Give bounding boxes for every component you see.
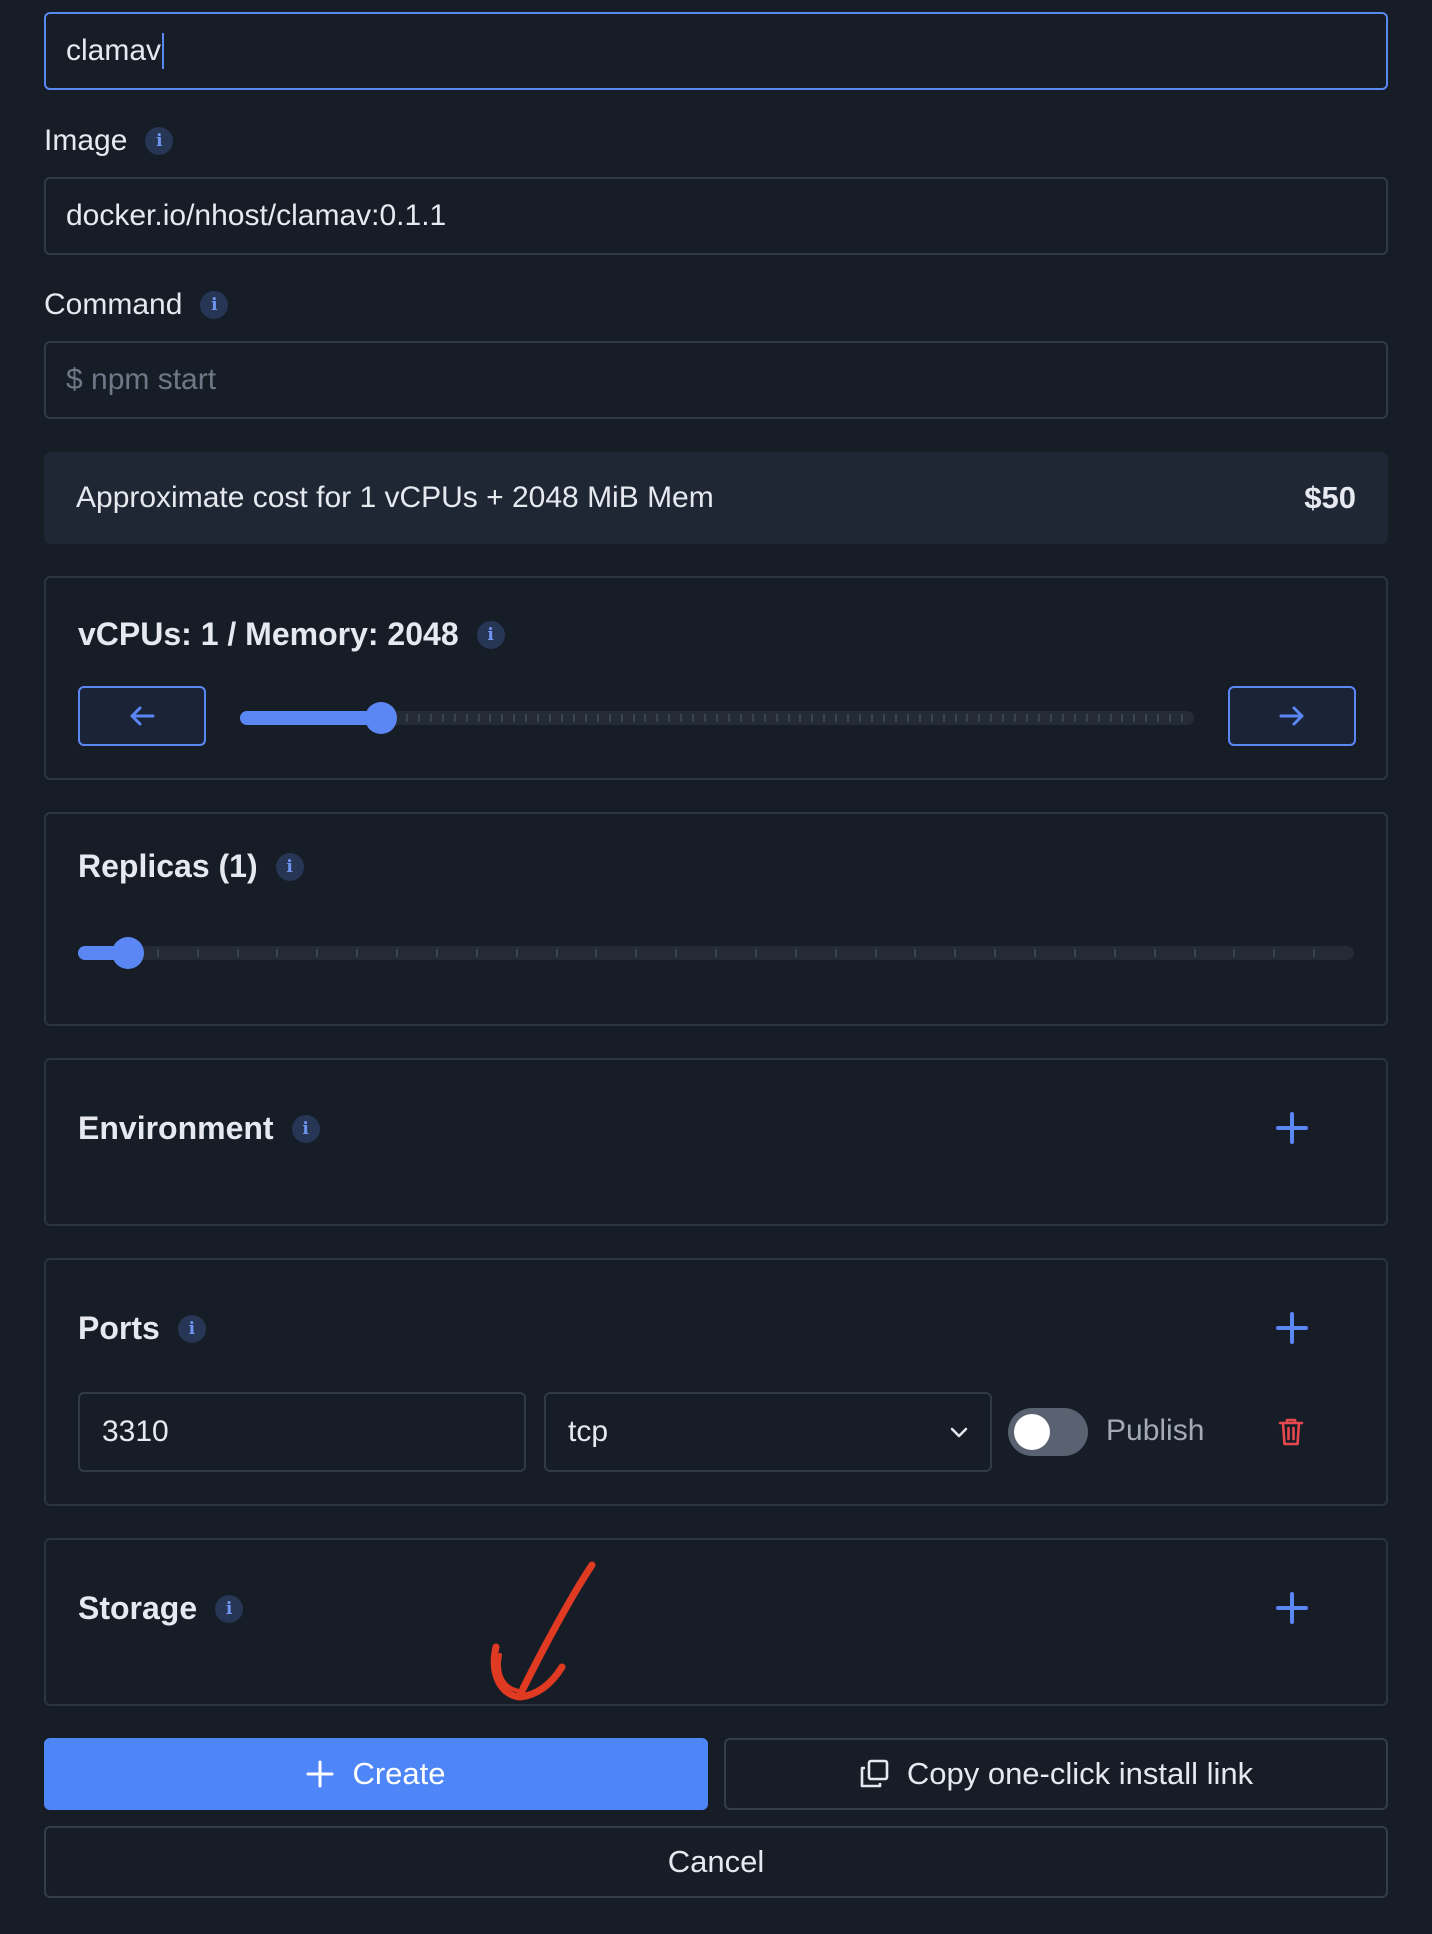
decrease-compute-button[interactable] <box>78 686 206 746</box>
command-label: Command <box>44 288 183 321</box>
environment-card: Environment i <box>44 1058 1388 1226</box>
compute-slider[interactable] <box>240 702 1194 734</box>
add-environment-button[interactable] <box>1276 1112 1308 1144</box>
info-icon[interactable]: i <box>200 291 229 319</box>
command-placeholder: $ npm start <box>66 363 217 396</box>
info-icon[interactable]: i <box>215 1594 244 1623</box>
publish-toggle-knob <box>1014 1414 1050 1450</box>
replicas-title-row: Replicas (1) i <box>78 848 304 885</box>
environment-title-row: Environment i <box>78 1110 320 1147</box>
annotation-arrow <box>490 1561 596 1701</box>
publish-toggle[interactable] <box>1008 1408 1088 1456</box>
add-storage-button[interactable] <box>1276 1592 1308 1624</box>
text-caret <box>162 33 165 69</box>
copy-install-link-label: Copy one-click install link <box>906 1756 1254 1791</box>
ports-title-row: Ports i <box>78 1310 206 1347</box>
compute-card: vCPUs: 1 / Memory: 2048 i <box>44 576 1388 780</box>
copy-install-link-button[interactable]: Copy one-click install link <box>724 1738 1388 1810</box>
create-button-label: Create <box>352 1756 446 1791</box>
plus-icon <box>306 1760 334 1788</box>
port-number-value: 3310 <box>102 1415 169 1448</box>
publish-label: Publish <box>1106 1414 1205 1447</box>
ports-title: Ports <box>78 1310 160 1346</box>
trash-icon[interactable] <box>1278 1417 1304 1447</box>
storage-title: Storage <box>78 1590 198 1626</box>
cost-text: Approximate cost for 1 vCPUs + 2048 MiB … <box>76 481 714 514</box>
info-icon[interactable]: i <box>476 620 505 649</box>
storage-card: Storage i <box>44 1538 1388 1706</box>
copy-icon <box>860 1759 889 1788</box>
storage-title-row: Storage i <box>78 1590 244 1627</box>
protocol-select[interactable]: tcp <box>544 1392 992 1472</box>
arrow-right-icon <box>1279 706 1304 726</box>
increase-compute-button[interactable] <box>1228 686 1356 746</box>
service-name-value: clamav <box>66 34 162 67</box>
compute-slider-thumb[interactable] <box>365 702 397 734</box>
info-icon[interactable]: i <box>291 1114 320 1143</box>
protocol-value: tcp <box>568 1415 609 1448</box>
command-label-row: Command i <box>44 288 229 322</box>
cost-summary: Approximate cost for 1 vCPUs + 2048 MiB … <box>44 452 1388 544</box>
compute-title: vCPUs: 1 / Memory: 2048 <box>78 616 459 652</box>
arrow-left-icon <box>130 706 155 726</box>
replicas-slider-thumb[interactable] <box>112 937 144 969</box>
add-port-button[interactable] <box>1276 1312 1308 1344</box>
info-icon[interactable]: i <box>275 852 304 881</box>
environment-title: Environment <box>78 1110 274 1146</box>
cancel-button-label: Cancel <box>667 1844 765 1879</box>
ports-card: Ports i 3310 tcp Publish <box>44 1258 1388 1506</box>
cancel-button[interactable]: Cancel <box>44 1826 1388 1898</box>
service-name-input[interactable]: clamav <box>44 12 1388 90</box>
info-icon[interactable]: i <box>145 127 174 155</box>
image-input[interactable]: docker.io/nhost/clamav:0.1.1 <box>44 177 1388 255</box>
info-icon[interactable]: i <box>177 1314 206 1343</box>
image-value: docker.io/nhost/clamav:0.1.1 <box>66 199 447 232</box>
replicas-slider-ticks <box>157 949 1315 957</box>
image-label-row: Image i <box>44 124 174 158</box>
create-button[interactable]: Create <box>44 1738 708 1810</box>
replicas-title: Replicas (1) <box>78 848 258 884</box>
compute-slider-fill <box>240 711 383 725</box>
command-input[interactable]: $ npm start <box>44 341 1388 419</box>
cost-price: $50 <box>1304 480 1356 515</box>
replicas-card: Replicas (1) i <box>44 812 1388 1026</box>
chevron-down-icon <box>950 1427 968 1438</box>
compute-title-row: vCPUs: 1 / Memory: 2048 i <box>78 616 505 653</box>
port-number-input[interactable]: 3310 <box>78 1392 526 1472</box>
image-label: Image <box>44 124 128 157</box>
replicas-slider[interactable] <box>78 937 1354 969</box>
